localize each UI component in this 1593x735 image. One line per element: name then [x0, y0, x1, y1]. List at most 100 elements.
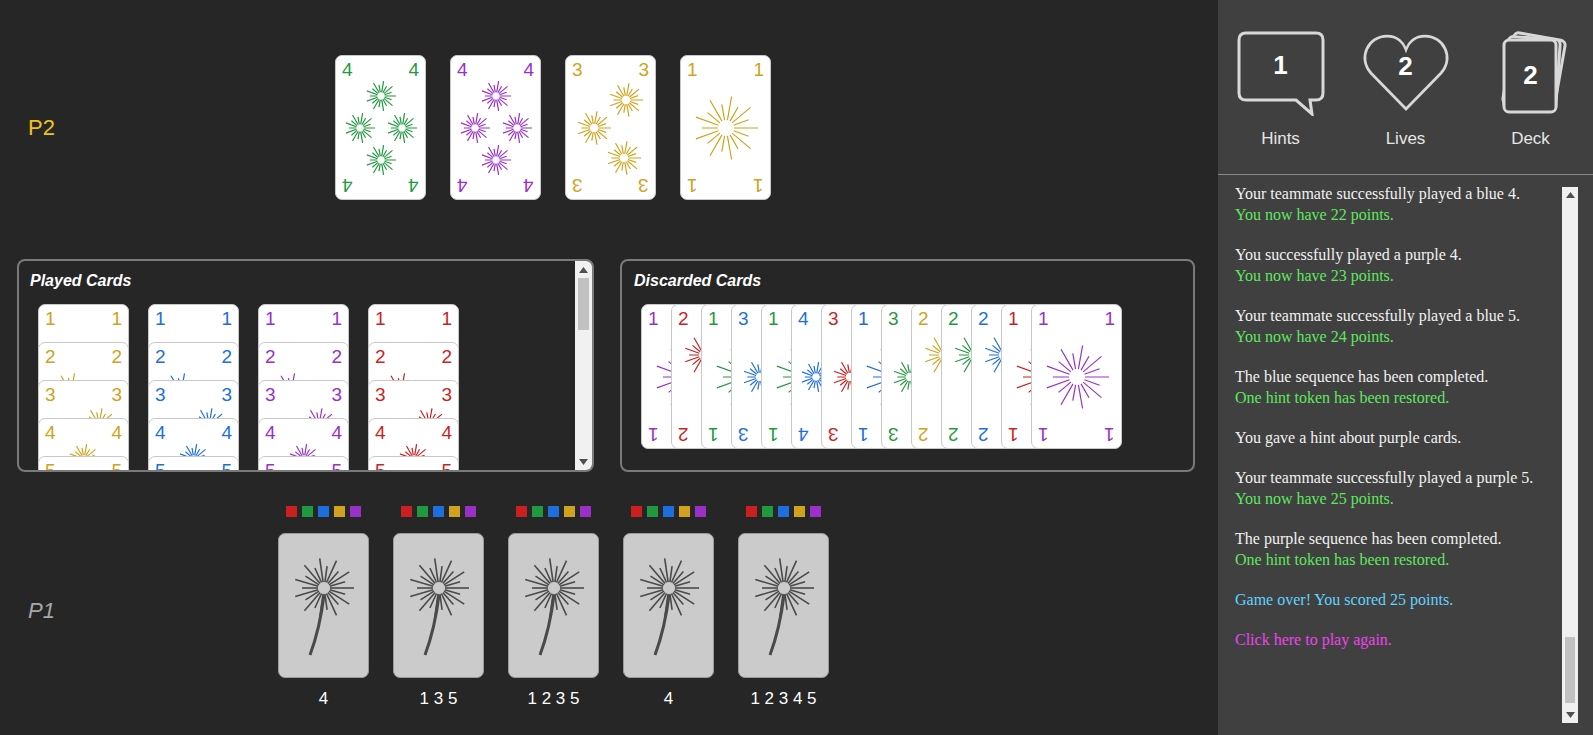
card-number: 1: [45, 308, 56, 330]
card-number: 2: [45, 346, 56, 368]
card-number: 1: [708, 308, 719, 330]
card-number: 1: [753, 174, 764, 196]
card-number: 4: [375, 422, 386, 444]
card-number: 5: [155, 460, 166, 472]
played-card[interactable]: 5555: [148, 456, 239, 472]
color-hint-square: [564, 506, 575, 517]
card-number: 1: [111, 308, 122, 330]
scroll-up-icon[interactable]: [575, 261, 592, 278]
color-hint-square: [465, 506, 476, 517]
card-number: 3: [331, 384, 342, 406]
card-number: 4: [155, 422, 166, 444]
log-area: Your teammate successfully played a blue…: [1218, 175, 1593, 735]
discarded-card[interactable]: 1111: [1031, 304, 1122, 449]
card-number: 1: [648, 423, 659, 445]
own-card[interactable]: [393, 533, 484, 678]
card-number: 3: [738, 423, 749, 445]
color-hints: [286, 506, 361, 517]
scroll-up-icon[interactable]: [1562, 187, 1578, 203]
scroll-down-icon[interactable]: [1562, 707, 1578, 723]
card-number: 1: [1008, 423, 1019, 445]
own-card[interactable]: [508, 533, 599, 678]
color-hint-square: [401, 506, 412, 517]
p1-row: P1 41 3 51 2 3 541 2 3 4 5: [0, 506, 1218, 710]
card-number: 1: [221, 308, 232, 330]
card-number: 2: [678, 308, 689, 330]
card-number: 1: [331, 308, 342, 330]
color-hint-square: [532, 506, 543, 517]
log-line: Your teammate successfully played a purp…: [1235, 467, 1553, 488]
teammate-card[interactable]: 1111: [680, 55, 771, 200]
color-hint-square: [647, 506, 658, 517]
log-entry: The blue sequence has been completed.One…: [1235, 366, 1553, 408]
status-row: 1Hints2Lives2Deck: [1218, 0, 1593, 175]
hints-counter: 1: [1236, 30, 1326, 116]
card-number: 1: [265, 308, 276, 330]
card-hint: 4: [319, 688, 328, 710]
card-number: 3: [638, 174, 649, 196]
card-number: 5: [441, 460, 452, 472]
color-hint-square: [516, 506, 527, 517]
p1-hand: 41 3 51 2 3 541 2 3 4 5: [278, 506, 829, 710]
player-label: P1: [28, 598, 55, 623]
log-line: You successfully played a purple 4.: [1235, 244, 1553, 265]
teammate-card[interactable]: 4444: [450, 55, 541, 200]
played-stack: 11112222333344445555: [368, 304, 459, 472]
color-hints: [631, 506, 706, 517]
card-number: 3: [441, 384, 452, 406]
card-number: 2: [948, 308, 959, 330]
color-hint-square: [663, 506, 674, 517]
counter-value: 2: [1361, 50, 1451, 82]
own-card-slot: 1 2 3 4 5: [738, 506, 829, 710]
card-number: 1: [708, 423, 719, 445]
played-card[interactable]: 5555: [38, 456, 129, 472]
teammate-card[interactable]: 4444: [335, 55, 426, 200]
log-entry: Game over! You scored 25 points.: [1235, 589, 1553, 610]
card-number: 3: [638, 59, 649, 81]
played-card[interactable]: 5555: [368, 456, 459, 472]
scroll-down-icon[interactable]: [575, 453, 592, 470]
firework-icon: [284, 543, 364, 668]
card-number: 3: [221, 384, 232, 406]
own-card[interactable]: [738, 533, 829, 678]
scroll-thumb[interactable]: [1565, 637, 1575, 703]
color-hint-square: [449, 506, 460, 517]
teammate-card[interactable]: 3333: [565, 55, 656, 200]
card-number: 2: [221, 346, 232, 368]
log-line: You gave a hint about purple cards.: [1235, 427, 1553, 448]
card-number: 2: [111, 346, 122, 368]
scrollbar[interactable]: [1562, 187, 1578, 723]
log-line: Game over! You scored 25 points.: [1235, 589, 1553, 610]
card-number: 2: [978, 308, 989, 330]
card-number: 1: [687, 59, 698, 81]
own-card[interactable]: [278, 533, 369, 678]
card-number: 5: [45, 460, 56, 472]
counter-label: Lives: [1386, 128, 1426, 150]
own-card[interactable]: [623, 533, 714, 678]
lives-counter: 2: [1361, 30, 1451, 116]
firework-icon: [514, 543, 594, 668]
color-hint-square: [318, 506, 329, 517]
color-hint-square: [762, 506, 773, 517]
card-number: 3: [738, 308, 749, 330]
log-entry: Your teammate successfully played a blue…: [1235, 305, 1553, 347]
scroll-thumb[interactable]: [578, 278, 589, 330]
card-number: 2: [441, 346, 452, 368]
log-entry: Your teammate successfully played a blue…: [1235, 183, 1553, 225]
scrollbar[interactable]: [575, 261, 592, 470]
own-card-slot: 4: [278, 506, 369, 710]
played-card[interactable]: 5555: [258, 456, 349, 472]
color-hint-square: [810, 506, 821, 517]
piles-row: Played Cards 111122223333444455551111222…: [0, 259, 1218, 472]
card-number: 4: [221, 422, 232, 444]
card-number: 3: [265, 384, 276, 406]
card-number: 4: [457, 59, 468, 81]
card-number: 4: [45, 422, 56, 444]
card-number: 2: [331, 346, 342, 368]
card-number: 4: [408, 174, 419, 196]
card-number: 4: [342, 59, 353, 81]
counter-value: 2: [1486, 59, 1576, 91]
card-number: 1: [441, 308, 452, 330]
color-hints: [401, 506, 476, 517]
play-again-link[interactable]: Click here to play again.: [1235, 629, 1553, 650]
